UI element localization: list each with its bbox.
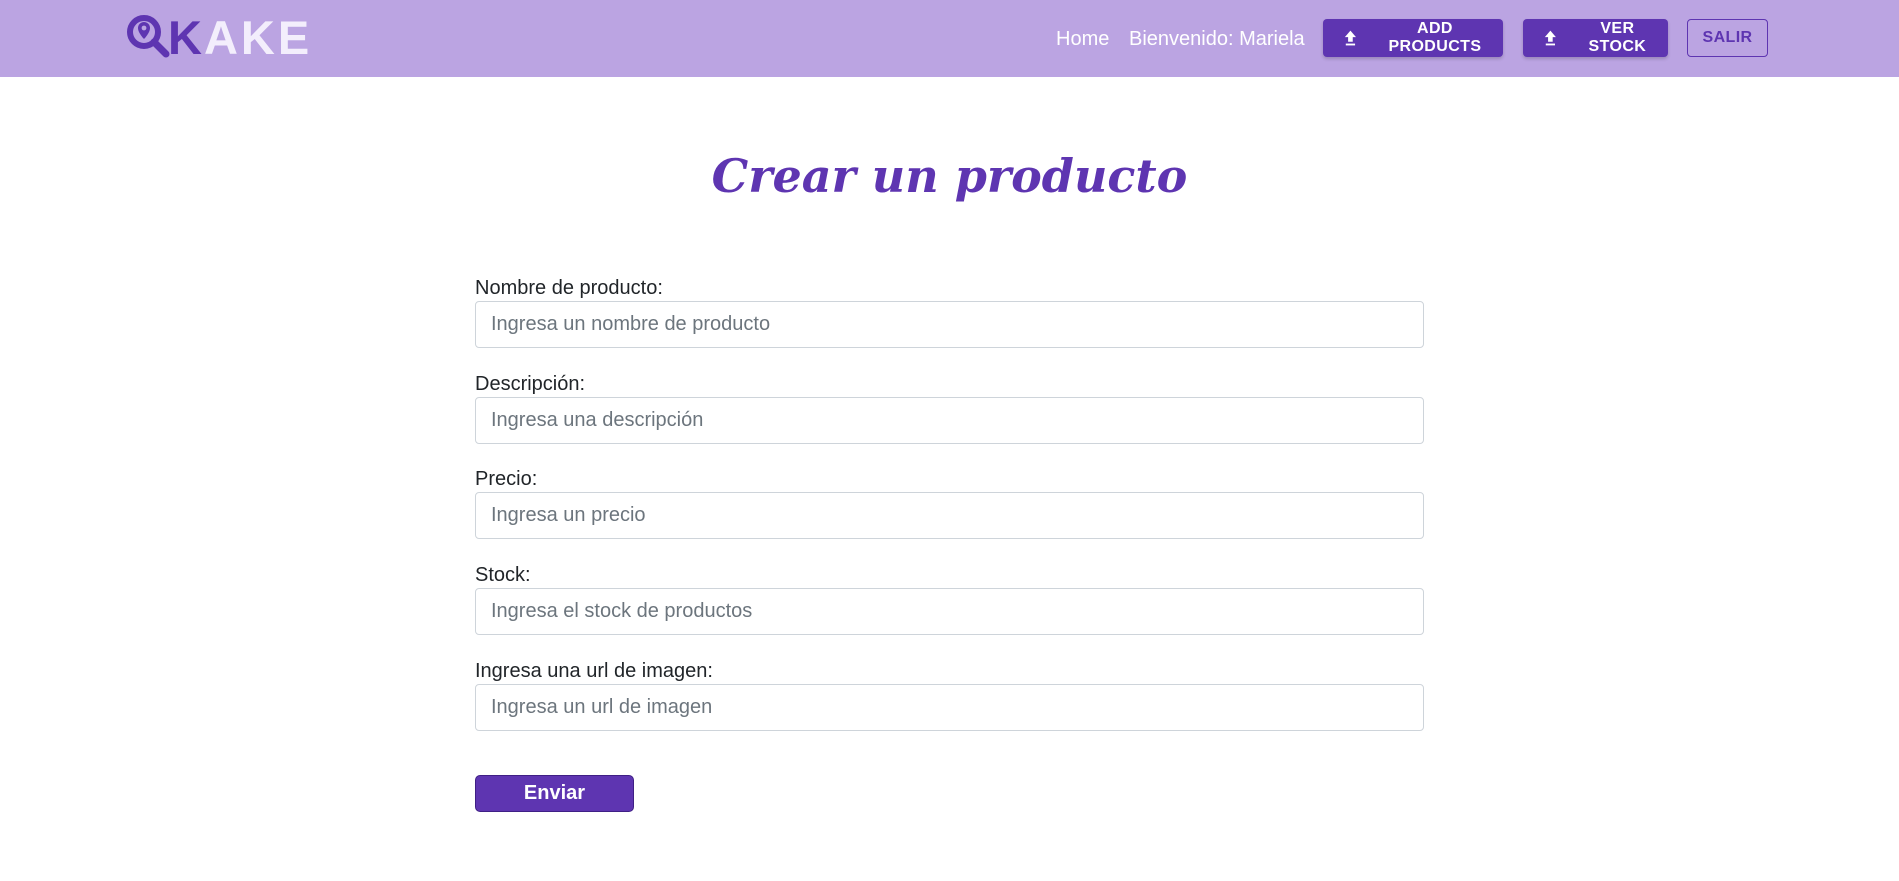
logo-letter-k: K [168,10,204,64]
product-name-label: Nombre de producto: [475,277,663,299]
brand-logo[interactable]: K AKE [126,12,312,62]
submit-button[interactable]: Enviar [475,775,634,812]
description-label: Descripción: [475,373,586,395]
ver-stock-label: VER STOCK [1588,20,1647,55]
stock-input[interactable] [475,588,1424,635]
logo-letters: AKE [203,10,313,64]
add-products-button[interactable]: ADD PRODUCTS [1323,19,1503,57]
navbar: K AKE Home Bienvenido: Mariela ADD PRODU… [0,0,1899,77]
price-input[interactable] [475,492,1424,539]
image-url-input[interactable] [475,684,1424,731]
stock-label: Stock: [475,564,531,586]
magnifier-pin-icon [127,15,170,58]
upload-icon [1544,30,1556,46]
price-label: Precio: [475,468,538,490]
page-title: Crear un producto [711,149,1188,203]
salir-button[interactable]: SALIR [1687,19,1768,57]
welcome-text: Bienvenido: Mariela [1129,28,1305,50]
upload-icon [1344,30,1357,46]
add-products-label: ADD PRODUCTS [1388,20,1482,55]
image-url-label: Ingresa una url de imagen: [475,660,713,682]
nav-home-link[interactable]: Home [1056,26,1109,52]
ver-stock-button[interactable]: VER STOCK [1523,19,1668,57]
description-input[interactable] [475,397,1424,444]
product-name-input[interactable] [475,301,1424,348]
